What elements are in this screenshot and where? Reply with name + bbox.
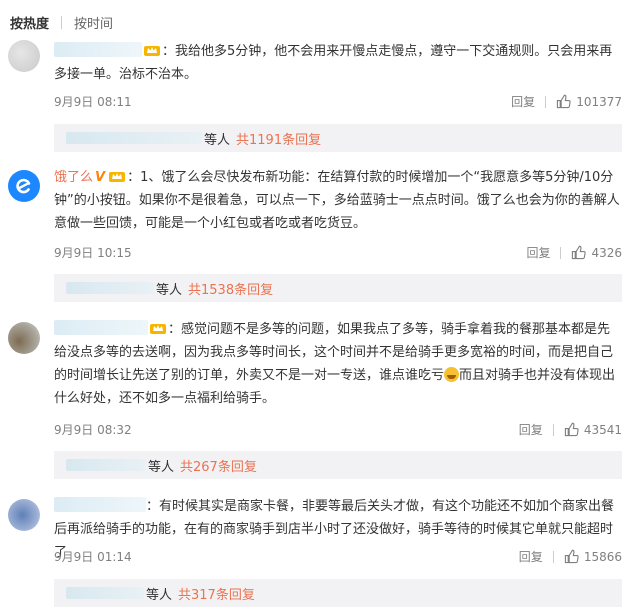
- username[interactable]: 饿了么: [54, 170, 93, 185]
- reply-users-blurred: [66, 459, 146, 471]
- like-count: 101377: [576, 94, 622, 109]
- view-replies-link[interactable]: 共267条回复: [180, 456, 257, 475]
- comment-text: ：感觉问题不是多等的问题，如果我点了多等，骑手拿着我的餐那基本都是先给没点多等的…: [54, 320, 616, 406]
- sort-by-hot-tab[interactable]: 按热度: [10, 13, 49, 32]
- sub-replies-box: 等人 共267条回复: [54, 451, 622, 479]
- comment-date: 9月9日 08:32: [54, 423, 132, 437]
- vip-crown-icon: [144, 46, 160, 56]
- sub-replies-users: 等人: [146, 587, 173, 603]
- avatar[interactable]: [8, 322, 40, 354]
- avatar[interactable]: [8, 499, 40, 531]
- vip-crown-icon: [109, 172, 126, 182]
- divider: [552, 550, 554, 563]
- reply-button[interactable]: 回复: [511, 93, 535, 110]
- thumbs-up-icon[interactable]: [564, 549, 579, 564]
- sort-by-time-tab[interactable]: 按时间: [74, 13, 113, 32]
- thumbs-up-icon[interactable]: [564, 422, 579, 437]
- sub-replies-users: 等人: [204, 132, 231, 148]
- eleme-logo-icon: [16, 178, 31, 194]
- avatar-eleme[interactable]: [8, 170, 40, 202]
- reply-button[interactable]: 回复: [526, 244, 550, 261]
- reply-users-blurred: [66, 587, 144, 599]
- comment-date: 9月9日 01:14: [54, 550, 132, 564]
- divider: [61, 15, 63, 29]
- sub-replies-box: 等人 共1191条回复: [54, 124, 622, 152]
- verified-v-icon: V: [95, 170, 106, 185]
- reply-users-blurred: [66, 282, 154, 294]
- reply-button[interactable]: 回复: [519, 548, 543, 565]
- sub-replies-box: 等人 共1538条回复: [54, 274, 622, 302]
- view-replies-link[interactable]: 共1191条回复: [236, 129, 321, 148]
- avatar[interactable]: [8, 40, 40, 72]
- sort-bar: 按热度 按时间: [10, 13, 113, 32]
- vip-crown-icon: [150, 324, 166, 334]
- like-count: 4326: [591, 245, 622, 260]
- laughing-emoji-icon: [444, 367, 460, 382]
- view-replies-link[interactable]: 共317条回复: [178, 584, 255, 603]
- view-replies-link[interactable]: 共1538条回复: [188, 279, 273, 298]
- divider: [560, 246, 562, 259]
- thumbs-up-icon[interactable]: [556, 94, 571, 109]
- username-blurred[interactable]: [54, 42, 142, 57]
- comment-date: 9月9日 08:11: [54, 95, 132, 109]
- divider: [552, 423, 554, 436]
- thumbs-up-icon[interactable]: [571, 245, 587, 260]
- like-count: 43541: [583, 422, 622, 437]
- divider: [545, 95, 547, 108]
- comment-meta: 9月9日 08:32 回复 43541: [54, 421, 622, 438]
- comment-date: 9月9日 10:15: [54, 246, 132, 260]
- comment-meta: 9月9日 08:11 回复 101377: [54, 93, 622, 110]
- sub-replies-users: 等人: [156, 282, 183, 298]
- like-count: 15866: [583, 549, 622, 564]
- username-blurred[interactable]: [54, 320, 148, 335]
- sub-replies-users: 等人: [148, 459, 175, 475]
- comment-text: 饿了么 V ：1、饿了么会尽快发布新功能：在结算付款的时候增加一个“我愿意多等5分钟…: [54, 170, 620, 231]
- reply-users-blurred: [66, 132, 202, 144]
- comment-text: ：我给他多5分钟，他不会用来开慢点走慢点，遵守一下交通规则。只会用来再多接一单。…: [54, 42, 613, 82]
- comment-meta: 9月9日 10:15 回复 4326: [54, 244, 622, 261]
- sub-replies-box: 等人 共317条回复: [54, 579, 622, 607]
- reply-button[interactable]: 回复: [519, 421, 543, 438]
- username-blurred[interactable]: [54, 497, 146, 512]
- comment-meta: 9月9日 01:14 回复 15866: [54, 548, 622, 565]
